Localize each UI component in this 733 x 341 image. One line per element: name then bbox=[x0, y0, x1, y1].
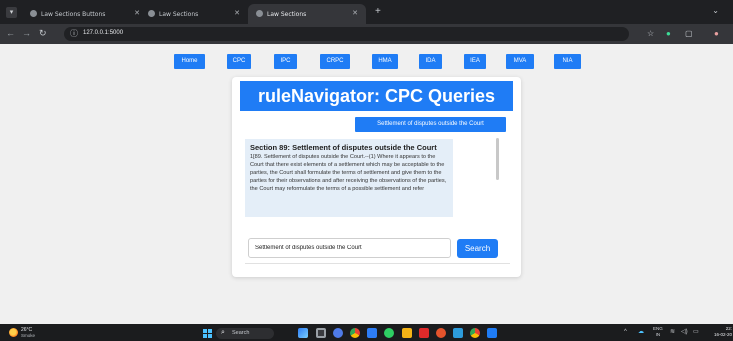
chevron-up-icon[interactable]: ^ bbox=[624, 328, 627, 337]
task-view-icon[interactable] bbox=[316, 328, 326, 338]
mail-icon[interactable] bbox=[367, 328, 377, 338]
browser-tab[interactable]: Law Sections Buttons ✕ bbox=[22, 4, 148, 24]
chrome-icon[interactable] bbox=[470, 328, 480, 338]
browser-tab-active[interactable]: Law Sections ✕ bbox=[248, 4, 366, 24]
nav-nia-button[interactable]: NIA bbox=[554, 54, 581, 69]
youtube-icon[interactable] bbox=[419, 328, 429, 338]
plus-icon[interactable]: + bbox=[375, 6, 381, 17]
tab-favicon-icon bbox=[148, 10, 155, 17]
tab-favicon-icon bbox=[256, 10, 263, 17]
nav-hma-button[interactable]: HMA bbox=[372, 54, 398, 69]
file-explorer-icon[interactable] bbox=[402, 328, 412, 338]
landscape-app-icon[interactable] bbox=[298, 328, 308, 338]
nav-home-button[interactable]: Home bbox=[174, 54, 205, 69]
volume-icon[interactable]: ◁) bbox=[681, 328, 688, 337]
result-title: Section 89: Settlement of disputes outsi… bbox=[250, 143, 437, 152]
clock-date: 16-02-20 bbox=[713, 332, 732, 337]
address-bar[interactable]: ⓘ 127.0.0.1:5000 bbox=[64, 27, 629, 41]
language-indicator[interactable]: ENG IN bbox=[653, 326, 663, 338]
query-suggestion-button[interactable]: Settlement of disputes outside the Court bbox=[355, 117, 506, 132]
nav-mva-button[interactable]: MVA bbox=[506, 54, 534, 69]
result-item: Section 89: Settlement of disputes outsi… bbox=[245, 139, 453, 217]
system-clock[interactable]: 22: 16-02-20 bbox=[704, 326, 732, 338]
search-icon: ⌕ bbox=[221, 329, 225, 336]
app-icon[interactable] bbox=[436, 328, 446, 338]
weather-desc: Smoke bbox=[21, 333, 36, 338]
tab-label: Law Sections bbox=[159, 11, 199, 18]
nav-crpc-button[interactable]: CRPC bbox=[320, 54, 350, 69]
reload-icon[interactable]: ↻ bbox=[39, 28, 47, 39]
chevron-down-icon[interactable]: ⌄ bbox=[712, 6, 719, 15]
browser-tab[interactable]: Law Sections ✕ bbox=[140, 4, 248, 24]
nav-cpc-button[interactable]: CPC bbox=[227, 54, 251, 69]
info-icon[interactable]: ⓘ bbox=[70, 28, 78, 39]
windows-start-icon[interactable] bbox=[203, 329, 212, 338]
profile-icon[interactable]: ● bbox=[714, 28, 719, 39]
side-panel-icon[interactable]: ▢ bbox=[685, 28, 693, 39]
close-icon[interactable]: ✕ bbox=[234, 9, 240, 17]
star-icon[interactable]: ☆ bbox=[647, 28, 654, 39]
top-navigation: Home CPC IPC CRPC HMA IDA IEA MVA NIA bbox=[174, 54, 586, 69]
battery-icon[interactable]: ▭ bbox=[693, 328, 699, 337]
widgets-icon[interactable] bbox=[333, 328, 343, 338]
nav-iea-button[interactable]: IEA bbox=[464, 54, 486, 69]
browser-tab-bar: ▾ Law Sections Buttons ✕ Law Sections ✕ … bbox=[0, 0, 733, 24]
page-viewport: Home CPC IPC CRPC HMA IDA IEA MVA NIA ru… bbox=[0, 44, 733, 324]
browser-toolbar: ← → ↻ ⓘ 127.0.0.1:5000 ☆ ● ▢ ● bbox=[0, 24, 733, 44]
taskbar-search[interactable]: ⌕ Search bbox=[216, 328, 274, 339]
weather-widget[interactable]: 26°C Smoke bbox=[9, 327, 59, 339]
cloud-icon[interactable]: ☁ bbox=[638, 328, 644, 337]
result-body: 1[89. Settlement of disputes outside the… bbox=[250, 154, 447, 192]
wifi-icon[interactable]: ≋ bbox=[670, 328, 675, 337]
weather-icon bbox=[9, 328, 18, 337]
taskbar-search-label: Search bbox=[232, 330, 250, 336]
nav-ipc-button[interactable]: IPC bbox=[274, 54, 297, 69]
divider bbox=[245, 263, 510, 264]
results-scrollbar[interactable] bbox=[496, 138, 499, 180]
tab-favicon-icon bbox=[30, 10, 37, 17]
lang-bottom: IN bbox=[655, 332, 661, 337]
whatsapp-icon[interactable] bbox=[384, 328, 394, 338]
forward-icon[interactable]: → bbox=[22, 28, 31, 39]
page-title: ruleNavigator: CPC Queries bbox=[240, 81, 513, 111]
tab-label: Law Sections bbox=[267, 11, 307, 18]
tab-label: Law Sections Buttons bbox=[41, 11, 106, 18]
search-button[interactable]: Search bbox=[457, 239, 498, 258]
vscode-icon[interactable] bbox=[487, 328, 497, 338]
chrome-icon[interactable] bbox=[350, 328, 360, 338]
nav-ida-button[interactable]: IDA bbox=[419, 54, 442, 69]
close-icon[interactable]: ✕ bbox=[352, 9, 358, 17]
url-text[interactable]: 127.0.0.1:5000 bbox=[83, 30, 123, 36]
windows-taskbar: 26°C Smoke ⌕ Search ^ ☁ ENG IN ≋ ◁) ▭ 22… bbox=[0, 324, 733, 341]
extension-icon[interactable]: ● bbox=[666, 28, 671, 39]
search-input[interactable] bbox=[248, 238, 451, 258]
calculator-icon[interactable] bbox=[453, 328, 463, 338]
tab-search-icon[interactable]: ▾ bbox=[6, 7, 17, 18]
back-icon[interactable]: ← bbox=[6, 28, 15, 39]
